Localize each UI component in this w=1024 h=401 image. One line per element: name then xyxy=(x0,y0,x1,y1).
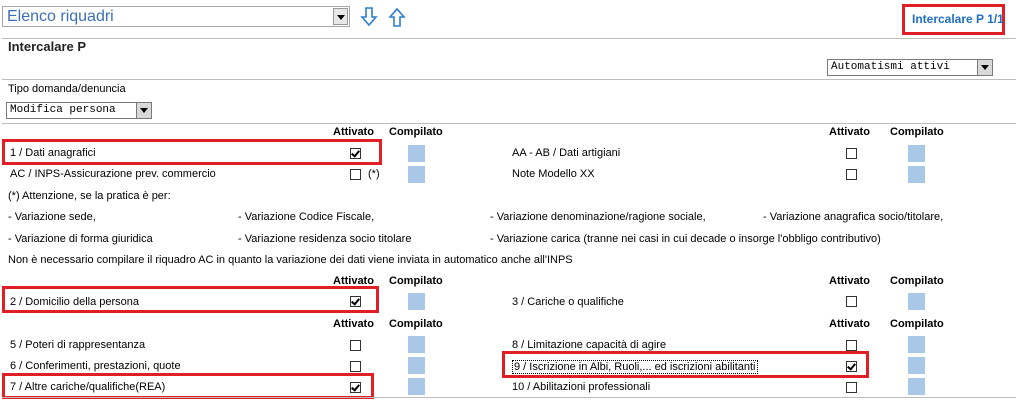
attention-note: (*) Attenzione, se la pratica è per: xyxy=(8,190,171,202)
attivato-header: Attivato xyxy=(829,318,870,330)
divider xyxy=(2,79,1016,80)
attivato-checkbox[interactable] xyxy=(350,148,361,159)
tipo-value: Modifica persona xyxy=(10,104,116,116)
divider xyxy=(2,123,1016,124)
attivato-header: Attivato xyxy=(333,318,374,330)
section-select-value: Elenco riquadri xyxy=(7,8,114,25)
page-title: Intercalare P xyxy=(8,39,87,54)
compilato-indicator[interactable] xyxy=(908,336,925,353)
compilato-indicator[interactable] xyxy=(408,166,425,183)
asterisk-note: (*) xyxy=(368,168,380,180)
arrow-up-icon[interactable] xyxy=(387,6,407,28)
compilato-indicator[interactable] xyxy=(908,293,925,310)
compilato-header: Compilato xyxy=(389,318,443,330)
chevron-down-icon[interactable] xyxy=(136,103,151,118)
divider xyxy=(2,397,1016,398)
compilato-indicator[interactable] xyxy=(908,378,925,395)
chevron-down-icon[interactable] xyxy=(333,8,348,25)
note-item: - Variazione denominazione/ragione socia… xyxy=(490,211,706,223)
row-label: AC / INPS-Assicurazione prev. commercio xyxy=(10,168,216,180)
inps-note: Non è necessario compilare il riquadro A… xyxy=(8,254,573,266)
compilato-header: Compilato xyxy=(389,126,443,138)
compilato-indicator[interactable] xyxy=(408,145,425,162)
row-label: 9 / Iscrizione in Albi, Ruoli,... ed isc… xyxy=(512,360,758,374)
row-label: 6 / Conferimenti, prestazioni, quote xyxy=(10,360,181,372)
attivato-checkbox[interactable] xyxy=(846,382,857,393)
automatismi-value: Automatismi attivi xyxy=(831,61,950,73)
note-item: - Variazione carica (tranne nei casi in … xyxy=(490,233,881,245)
compilato-indicator[interactable] xyxy=(408,293,425,310)
compilato-indicator[interactable] xyxy=(408,378,425,395)
attivato-checkbox[interactable] xyxy=(846,361,857,372)
chevron-down-icon[interactable] xyxy=(977,60,992,75)
compilato-header: Compilato xyxy=(890,126,944,138)
row-label: 2 / Domicilio della persona xyxy=(10,296,140,308)
compilato-indicator[interactable] xyxy=(908,166,925,183)
attivato-header: Attivato xyxy=(829,126,870,138)
row-label: 8 / Limitazione capacità di agire xyxy=(512,339,667,351)
attivato-checkbox[interactable] xyxy=(350,361,361,372)
section-select[interactable]: Elenco riquadri xyxy=(2,6,350,27)
note-item: - Variazione sede, xyxy=(8,211,96,223)
row-label: 1 / Dati anagrafici xyxy=(10,147,96,159)
compilato-indicator[interactable] xyxy=(408,336,425,353)
attivato-header: Attivato xyxy=(333,126,374,138)
attivato-checkbox[interactable] xyxy=(846,296,857,307)
attivato-checkbox[interactable] xyxy=(350,169,361,180)
row-label: AA - AB / Dati artigiani xyxy=(512,147,621,159)
attivato-checkbox[interactable] xyxy=(846,340,857,351)
attivato-checkbox[interactable] xyxy=(350,382,361,393)
attivato-checkbox[interactable] xyxy=(350,296,361,307)
row-label: 10 / Abilitazioni professionali xyxy=(512,381,651,393)
compilato-header: Compilato xyxy=(389,275,443,287)
attivato-header: Attivato xyxy=(829,275,870,287)
note-item: - Variazione anagrafica socio/titolare, xyxy=(763,211,944,223)
compilato-indicator[interactable] xyxy=(908,357,925,374)
arrow-down-icon[interactable] xyxy=(359,6,379,28)
intercalare-link[interactable]: Intercalare P 1/1 xyxy=(912,12,1004,26)
note-item: - Variazione di forma giuridica xyxy=(8,233,153,245)
note-item: - Variazione Codice Fiscale, xyxy=(238,211,375,223)
attivato-checkbox[interactable] xyxy=(350,340,361,351)
automatismi-select[interactable]: Automatismi attivi xyxy=(827,59,993,76)
row-label: Note Modello XX xyxy=(512,168,595,180)
compilato-indicator[interactable] xyxy=(908,145,925,162)
compilato-indicator[interactable] xyxy=(408,357,425,374)
attivato-checkbox[interactable] xyxy=(846,148,857,159)
row-label: 3 / Cariche o qualifiche xyxy=(512,296,624,308)
tipo-select[interactable]: Modifica persona xyxy=(6,102,152,119)
row-label: 7 / Altre cariche/qualifiche(REA) xyxy=(10,381,166,393)
attivato-checkbox[interactable] xyxy=(846,169,857,180)
compilato-header: Compilato xyxy=(890,275,944,287)
divider xyxy=(2,38,1016,39)
row-label: 5 / Poteri di rappresentanza xyxy=(10,339,146,351)
compilato-header: Compilato xyxy=(890,318,944,330)
note-item: - Variazione residenza socio titolare xyxy=(238,233,412,245)
tipo-label: Tipo domanda/denuncia xyxy=(8,83,126,95)
